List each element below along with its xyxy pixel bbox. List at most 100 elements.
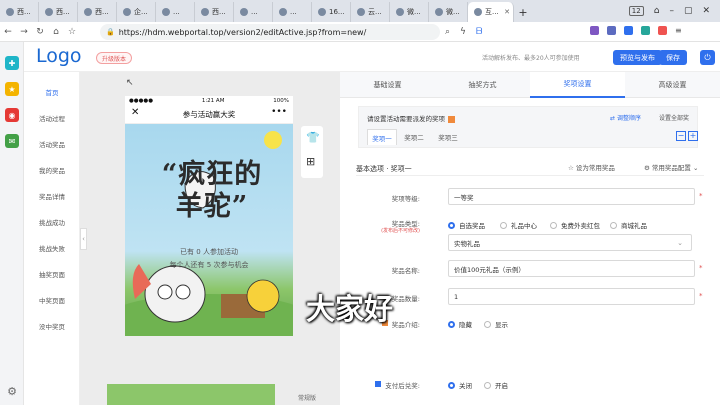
prize-type-select[interactable]: 实物礼品 ⌄ — [448, 234, 692, 251]
browser-tab-active[interactable]: 互... ✕ — [468, 2, 514, 22]
chances-remaining: 每个人还有 5 次参与机会 — [169, 261, 249, 269]
settings-gear-icon[interactable]: ⚙ — [5, 384, 19, 398]
collapse-sidebar-icon[interactable]: ‹ — [80, 228, 87, 250]
remove-level-icon[interactable]: − — [676, 131, 686, 141]
tab-favicon-icon — [201, 8, 209, 16]
adjust-order-link[interactable]: ⇄ 调整顺序 — [610, 113, 641, 122]
dock-app-icon[interactable]: ✚ — [5, 56, 19, 70]
settings-panel: 基础设置 抽奖方式 奖项设置 高级设置 请设置活动需要派发的奖项 ⇄ 调整顺序 … — [340, 72, 720, 405]
lightning-icon[interactable]: ϟ — [460, 27, 466, 37]
browser-tab[interactable]: 西... — [39, 2, 78, 22]
window-controls: 12 ⌂ – ▢ ✕ — [628, 0, 720, 22]
favorites-icon[interactable]: ★ — [5, 82, 19, 96]
tab-favicon-icon — [279, 8, 287, 16]
reload-icon[interactable]: ↻ — [32, 27, 48, 37]
extension-icon[interactable] — [607, 26, 616, 35]
sidebar-item-challenge-success[interactable]: 挑战成功 — [24, 217, 80, 227]
radio-redeem-off[interactable]: 关闭 — [448, 380, 472, 390]
tab-basic-settings[interactable]: 基础设置 — [340, 72, 435, 98]
prize-level-tab-3[interactable]: 奖项三 — [433, 129, 463, 145]
sidebar-item-challenge-fail[interactable]: 挑战失败 — [24, 243, 80, 253]
search-engine-icon[interactable]: ᗷ — [476, 27, 483, 37]
star-icon[interactable]: ☆ — [64, 27, 80, 37]
app-header: Logo 升级版本 活动解析发布、最多20人可参加使用 预览与发布 保存 ⏻ — [24, 42, 720, 72]
sidebar-item-prize-detail[interactable]: 奖品详情 — [24, 191, 80, 201]
preview-publish-button[interactable]: 预览与发布 — [613, 50, 662, 65]
close-icon[interactable]: ✕ — [131, 107, 139, 118]
home-icon[interactable]: ⌂ — [48, 27, 64, 37]
radio-redeem-on[interactable]: 开启 — [484, 380, 508, 390]
prize-levels-box: 请设置活动需要派发的奖项 ⇄ 调整顺序 设置全部奖 奖项一 奖项二 奖项三 − … — [358, 106, 698, 148]
logo: Logo — [36, 45, 82, 67]
add-level-icon[interactable]: + — [688, 131, 698, 141]
prize-level-tab-1[interactable]: 奖项一 — [367, 129, 397, 145]
browser-tab[interactable]: 微... — [429, 2, 468, 22]
sidebar-item-process[interactable]: 活动过程 — [24, 113, 80, 123]
close-window-icon[interactable]: ✕ — [702, 6, 710, 16]
browser-tab[interactable]: ... — [156, 2, 195, 22]
shirt-icon[interactable]: 👕 — [306, 131, 320, 144]
prize-level-input[interactable]: 一等奖 — [448, 188, 695, 205]
browser-tab[interactable]: 西... — [195, 2, 234, 22]
forward-icon[interactable]: → — [16, 27, 32, 37]
upgrade-badge[interactable]: 升级版本 — [96, 52, 133, 64]
help-icon[interactable] — [448, 115, 455, 123]
phone-preview: ●●●●● 1:21 AM 100% 参与活动赢大奖 ✕ ••• “疯狂的 羊驼… — [125, 96, 293, 336]
tab-favicon-icon — [6, 8, 14, 16]
power-icon[interactable]: ⏻ — [700, 50, 715, 65]
mail-icon[interactable]: ✉ — [5, 134, 19, 148]
browser-tab[interactable]: 16... — [312, 2, 351, 22]
radio-mall-gift[interactable]: 商城礼品 — [610, 220, 647, 230]
menu-icon[interactable]: ≡ — [675, 26, 682, 35]
extension-icon[interactable] — [624, 26, 633, 35]
set-common-prize-button[interactable]: ☆ 设为常用奖品 — [568, 162, 615, 172]
set-all-prizes-link[interactable]: 设置全部奖 — [659, 113, 689, 122]
prize-count-input[interactable]: 1 — [448, 288, 695, 305]
weibo-icon[interactable]: ◉ — [5, 108, 19, 122]
tab-favicon-icon — [357, 8, 365, 16]
sidebar-item-home[interactable]: 首页 — [24, 87, 80, 97]
poster-headline: “疯狂的 羊驼” — [161, 159, 263, 222]
tab-advanced-settings[interactable]: 高级设置 — [625, 72, 720, 98]
publish-hint: 活动解析发布、最多20人可参加使用 — [482, 55, 580, 62]
sidebar-item-lose-page[interactable]: 没中奖页 — [24, 321, 80, 331]
sidebar-item-prizes[interactable]: 活动奖品 — [24, 139, 80, 149]
radio-gift-center[interactable]: 礼品中心 — [500, 220, 537, 230]
search-icon[interactable]: ⌕ — [445, 27, 450, 37]
browser-tab[interactable]: ... — [273, 2, 312, 22]
browser-tab[interactable]: 微... — [390, 2, 429, 22]
browser-tab[interactable]: 企... — [117, 2, 156, 22]
address-bar[interactable]: 🔒 https://hdm.webportal.top/version2/edi… — [100, 24, 440, 40]
browser-tab[interactable]: ... — [234, 2, 273, 22]
browser-tab[interactable]: 西... — [0, 2, 39, 22]
back-icon[interactable]: ← — [0, 27, 16, 37]
grid-icon[interactable]: ⊞ — [306, 155, 315, 168]
sidebar-item-draw-page[interactable]: 抽奖页面 — [24, 269, 80, 279]
extension-icon[interactable] — [658, 26, 667, 35]
extension-icon[interactable] — [641, 26, 650, 35]
radio-intro-hide[interactable]: 隐藏 — [448, 319, 472, 329]
tab-draw-method[interactable]: 抽奖方式 — [435, 72, 530, 98]
extension-icon[interactable] — [590, 26, 599, 35]
tab-count-badge[interactable]: 12 — [628, 6, 644, 16]
minimize-icon[interactable]: – — [669, 6, 674, 16]
user-icon[interactable]: ⌂ — [654, 6, 660, 16]
more-icon[interactable]: ••• — [271, 107, 287, 117]
common-prize-config-dropdown[interactable]: ⚙ 常用奖品配置 ⌄ — [644, 162, 698, 172]
tab-prize-settings[interactable]: 奖项设置 — [530, 72, 625, 98]
browser-tab[interactable]: 云... — [351, 2, 390, 22]
radio-intro-show[interactable]: 显示 — [484, 319, 508, 329]
browser-tab[interactable]: 西... — [78, 2, 117, 22]
sidebar-item-my-prizes[interactable]: 我的奖品 — [24, 165, 80, 175]
new-tab-button[interactable]: + — [514, 2, 532, 22]
tab-favicon-icon — [435, 8, 443, 16]
maximize-icon[interactable]: ▢ — [684, 6, 693, 16]
radio-custom-prize[interactable]: 自选奖品 — [448, 220, 485, 230]
sidebar-item-win-page[interactable]: 中奖页面 — [24, 295, 80, 305]
tab-favicon-icon — [84, 8, 92, 16]
save-button[interactable]: 保存 — [659, 50, 687, 65]
prize-name-input[interactable]: 价值100元礼品（示例） — [448, 260, 695, 277]
close-tab-icon[interactable]: ✕ — [504, 8, 510, 16]
radio-free-takeaway[interactable]: 免费外卖红包 — [550, 220, 600, 230]
prize-level-tab-2[interactable]: 奖项二 — [399, 129, 429, 145]
